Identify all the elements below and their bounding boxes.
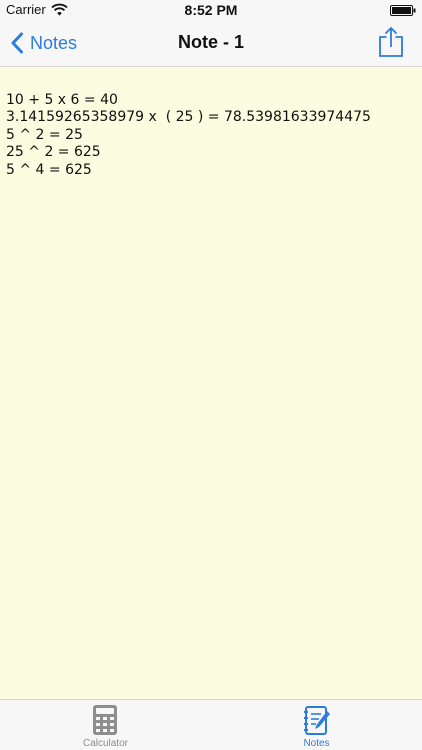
battery-icon — [390, 5, 416, 16]
navigation-bar: Notes Note - 1 — [0, 20, 422, 66]
note-editor[interactable]: 10 + 5 x 6 = 40 3.14159265358979 x ( 25 … — [0, 67, 422, 699]
tab-notes-label: Notes — [303, 738, 330, 749]
note-line: 10 + 5 x 6 = 40 — [6, 92, 118, 108]
share-icon[interactable] — [378, 26, 404, 58]
header: Carrier 8:52 PM Notes Note - 1 — [0, 0, 422, 67]
tab-notes[interactable]: Notes — [211, 700, 422, 750]
tab-calculator[interactable]: Calculator — [0, 700, 211, 750]
notes-icon — [304, 706, 330, 735]
note-line: 5 ^ 4 = 625 — [6, 161, 92, 178]
page-title: Note - 1 — [177, 32, 244, 52]
status-time: 8:52 PM — [184, 2, 238, 18]
calculator-icon — [93, 705, 117, 735]
note-line: 3.14159265358979 x ( 25 ) = 78.539816339… — [6, 109, 371, 126]
tab-calculator-label: Calculator — [82, 738, 129, 749]
tab-bar: Calculator Notes — [0, 699, 422, 750]
note-line: 25 ^ 2 = 625 — [6, 144, 101, 161]
note-content: 10 + 5 x 6 = 40 3.14159265358979 x ( 25 … — [6, 92, 371, 179]
note-line: 5 ^ 2 = 25 — [6, 126, 83, 143]
notes-screen: Carrier 8:52 PM Notes Note - 1 10 + 5 x … — [0, 0, 422, 750]
status-bar: Carrier 8:52 PM — [0, 0, 422, 20]
